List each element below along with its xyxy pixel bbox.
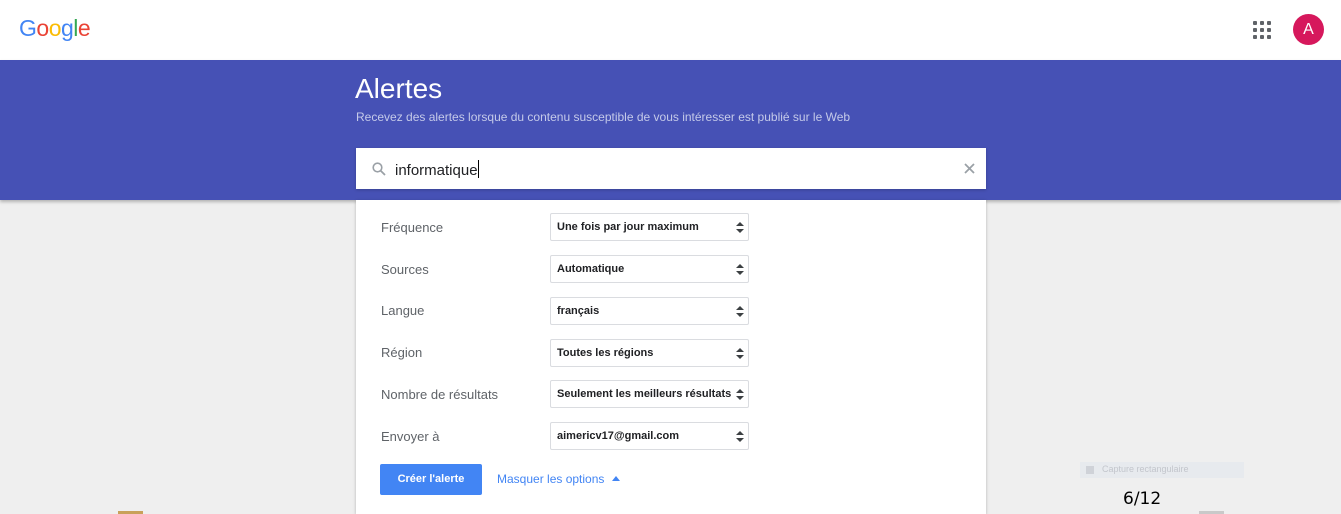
hide-options-label: Masquer les options	[497, 472, 605, 486]
search-input-text: informatique	[395, 162, 478, 179]
top-bar: Google A	[0, 0, 1341, 60]
page-counter: 6/12	[1123, 489, 1162, 509]
language-label: Langue	[381, 303, 425, 318]
region-label: Région	[381, 345, 423, 360]
triangle-up-icon	[612, 476, 621, 481]
close-icon[interactable]	[962, 161, 977, 176]
deliver-to-select[interactable]: aimericv17@gmail.com	[550, 422, 749, 450]
page-subtitle: Recevez des alertes lorsque du contenu s…	[356, 110, 851, 124]
search-input[interactable]: informatique	[395, 160, 479, 179]
logo-letter: o	[48, 15, 62, 41]
select-arrows-icon	[736, 389, 744, 400]
page-title: Alertes	[355, 73, 443, 104]
google-logo[interactable]: Google	[19, 15, 91, 42]
text-cursor	[477, 160, 479, 178]
results-count-label: Nombre de résultats	[381, 387, 499, 402]
logo-letter: e	[77, 15, 91, 41]
sources-select[interactable]: Automatique	[550, 255, 749, 283]
language-select[interactable]: français	[550, 297, 749, 325]
frequency-value: Une fois par jour maximum	[557, 221, 699, 233]
create-alert-button[interactable]: Créer l'alerte	[380, 464, 482, 495]
account-avatar[interactable]: A	[1293, 14, 1324, 45]
snip-icon	[1086, 466, 1094, 474]
logo-letter: o	[36, 15, 49, 41]
hide-options-link[interactable]: Masquer les options	[497, 472, 621, 486]
frequency-select[interactable]: Une fois par jour maximum	[550, 213, 749, 241]
search-icon	[372, 162, 386, 176]
logo-letter: g	[60, 15, 74, 41]
apps-grid-icon[interactable]	[1253, 21, 1271, 39]
logo-letter: G	[19, 15, 37, 41]
region-select[interactable]: Toutes les régions	[550, 339, 749, 367]
frequency-label: Fréquence	[381, 220, 444, 235]
select-arrows-icon	[736, 348, 744, 359]
sources-value: Automatique	[557, 263, 625, 275]
select-arrows-icon	[736, 431, 744, 442]
deliver-to-value: aimericv17@gmail.com	[557, 430, 680, 442]
results-count-value: Seulement les meilleurs résultats	[557, 388, 732, 400]
select-arrows-icon	[736, 222, 744, 233]
region-value: Toutes les régions	[557, 347, 654, 359]
alert-query-field[interactable]: informatique	[356, 148, 986, 189]
select-arrows-icon	[736, 306, 744, 317]
snip-label: Capture rectangulaire	[1102, 464, 1189, 474]
deliver-to-label: Envoyer à	[381, 429, 440, 444]
select-arrows-icon	[736, 264, 744, 275]
sources-label: Sources	[381, 262, 429, 277]
snipping-tool-tooltip: Capture rectangulaire	[1080, 462, 1244, 478]
results-count-select[interactable]: Seulement les meilleurs résultats	[550, 380, 749, 408]
alert-options-panel: Fréquence Une fois par jour maximum Sour…	[356, 200, 986, 514]
language-value: français	[557, 305, 600, 317]
